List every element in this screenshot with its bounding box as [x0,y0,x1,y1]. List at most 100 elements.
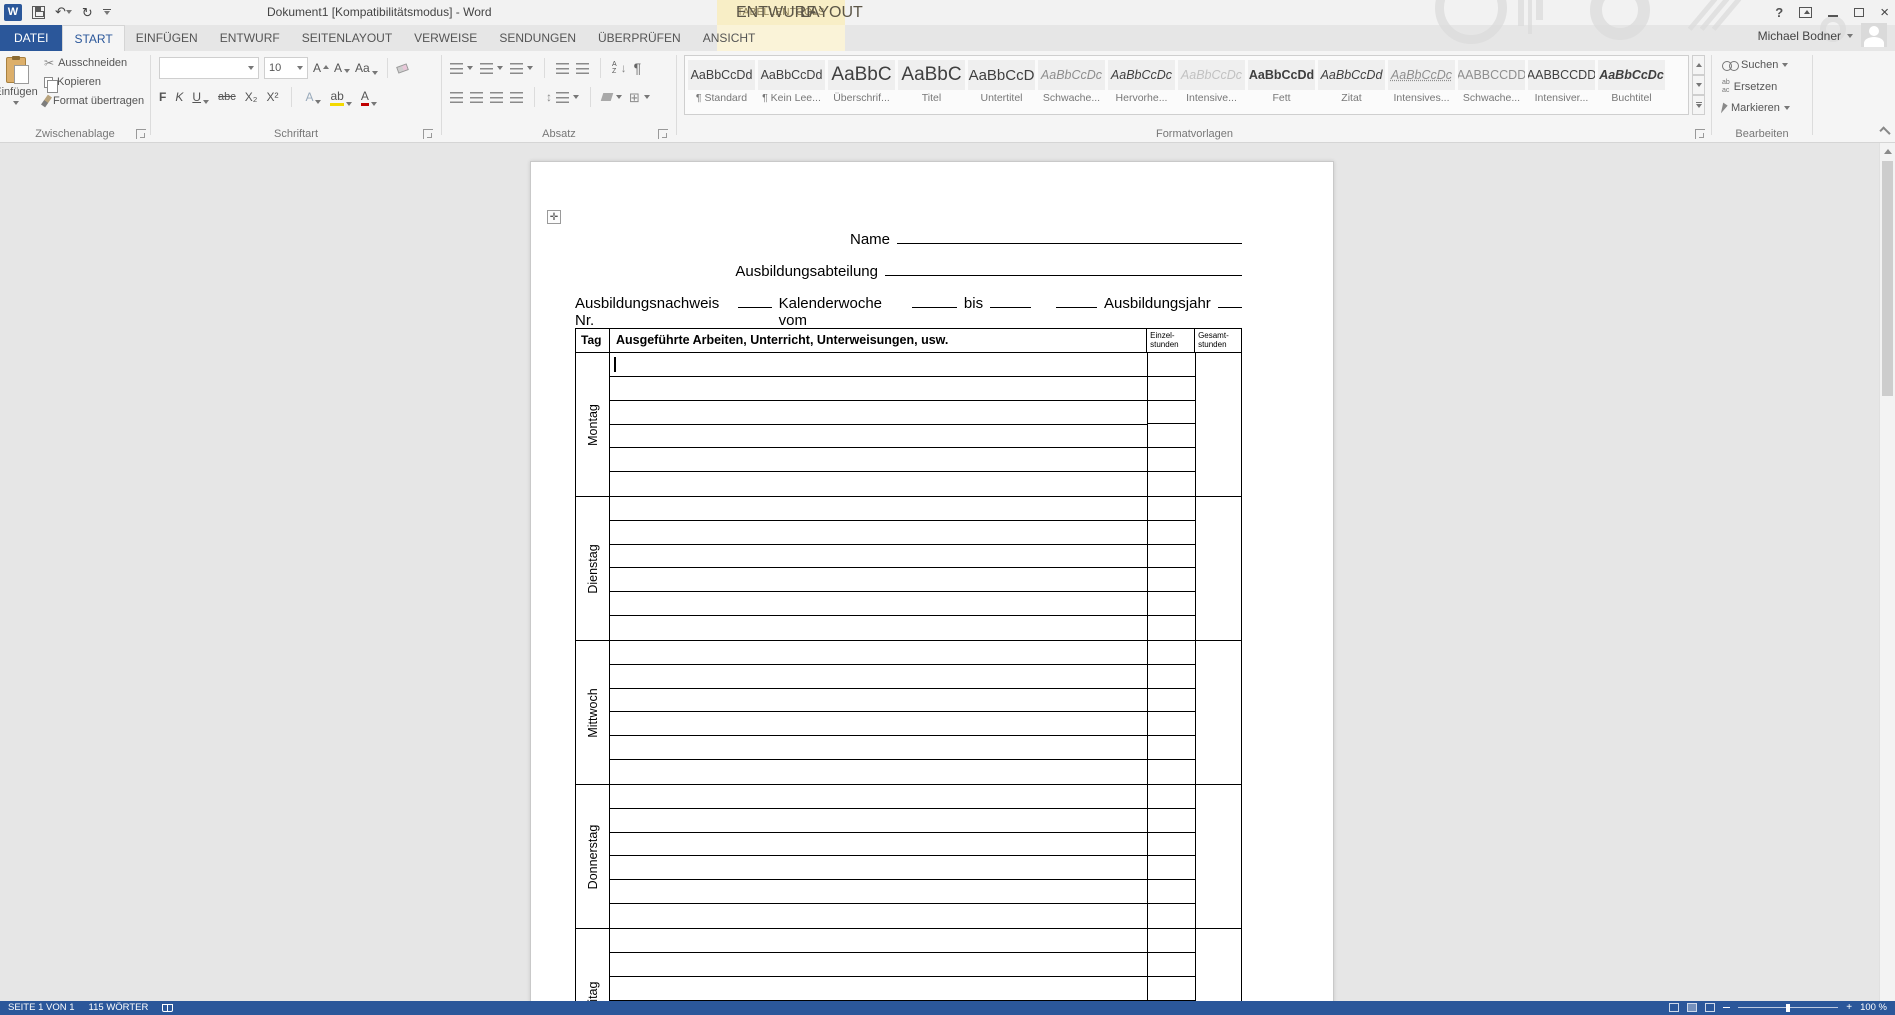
total-hours-cell[interactable] [1196,641,1241,784]
tab-einfuegen[interactable]: EINFÜGEN [125,25,209,51]
undo-button[interactable]: ↶ [55,3,72,21]
collapse-ribbon-button[interactable] [1879,126,1891,138]
work-entry-cell[interactable] [610,545,1147,569]
total-hours-cell[interactable] [1196,497,1241,640]
align-left-button[interactable] [450,91,463,103]
work-entry-cell[interactable] [610,809,1147,833]
single-hours-cell[interactable] [1148,856,1195,881]
work-entry-cell[interactable] [610,856,1147,881]
day-label-cell[interactable]: Montag [576,353,610,496]
styles-scroll-down[interactable] [1692,75,1705,95]
ribbon-display-options-button[interactable] [1799,7,1813,18]
text-effects-button[interactable]: A [305,90,322,104]
redo-icon[interactable]: ↻ [82,6,93,19]
subscript-button[interactable]: X₂ [245,90,258,104]
restore-button[interactable] [1854,6,1870,17]
font-name-select[interactable] [159,57,259,79]
single-hours-cell[interactable] [1148,929,1195,953]
zoom-slider-thumb[interactable] [1786,1004,1791,1012]
single-hours-cell[interactable] [1148,785,1195,809]
customize-qat-button[interactable] [102,9,111,15]
style-card-untertitel[interactable]: AaBbCcD Untertitel [968,60,1035,104]
work-entry-cell[interactable] [610,977,1147,1001]
work-entry-cell[interactable] [610,353,1147,377]
single-hours-cell[interactable] [1148,809,1195,833]
tab-tabletools-layout[interactable]: LAYOUT [789,0,874,26]
multilevel-list-button[interactable] [510,62,533,74]
underline-button[interactable]: U [192,90,210,104]
format-painter-button[interactable]: Format übertragen [41,94,144,108]
work-entry-cell[interactable] [610,616,1147,640]
single-hours-cell[interactable] [1148,953,1195,977]
single-hours-cell[interactable] [1148,689,1195,713]
tab-entwurf[interactable]: ENTWURF [209,25,291,51]
document-page[interactable]: ✛ Name Ausbildungsabteilung Ausbildungsn… [530,161,1334,1001]
page-indicator[interactable]: SEITE 1 VON 1 [8,1002,75,1013]
font-dialog-launcher[interactable] [423,129,433,139]
day-label-cell[interactable]: Dienstag [576,497,610,640]
work-entry-cell[interactable] [610,833,1147,857]
zoom-in-button[interactable]: + [1846,1002,1852,1013]
style-card-intensives-zitat[interactable]: AaBbCcDc Intensives... [1388,60,1455,104]
zoom-level[interactable]: 100 % [1860,1002,1887,1013]
align-center-button[interactable] [470,91,483,103]
replace-button[interactable]: ab ac Ersetzen [1722,79,1790,94]
tab-ueberpruefen[interactable]: ÜBERPRÜFEN [587,25,692,51]
cut-button[interactable]: ✂ Ausschneiden [44,57,144,69]
clipboard-dialog-launcher[interactable] [136,129,146,139]
work-entry-cell[interactable] [610,904,1147,928]
work-entry-cell[interactable] [610,929,1147,953]
until-field[interactable] [990,292,1032,308]
day-label-cell[interactable]: Donnerstag [576,785,610,928]
single-hours-cell[interactable] [1148,545,1195,569]
tab-sendungen[interactable]: SENDUNGEN [488,25,587,51]
read-mode-icon[interactable] [1669,1003,1680,1012]
work-entry-cell[interactable] [610,760,1147,784]
italic-button[interactable]: K [175,90,183,104]
day-label-cell[interactable]: Mittwoch [576,641,610,784]
single-hours-cell[interactable] [1148,880,1195,905]
minimize-button[interactable] [1828,14,1839,17]
single-hours-cell[interactable] [1148,448,1195,473]
tab-ansicht[interactable]: ANSICHT [692,25,767,51]
single-hours-cell[interactable] [1148,760,1195,784]
strikethrough-button[interactable]: abc [218,91,236,103]
day-label-cell[interactable]: Freitag [576,929,610,1001]
work-entry-cell[interactable] [610,785,1147,809]
single-hours-cell[interactable] [1148,641,1195,665]
show-hide-pilcrow-button[interactable]: ¶ [634,61,642,75]
work-entry-cell[interactable] [610,736,1147,761]
zoom-slider[interactable] [1738,1004,1839,1012]
single-hours-cell[interactable] [1148,401,1195,425]
word-count[interactable]: 115 WÖRTER [89,1002,149,1013]
work-entry-cell[interactable] [610,568,1147,593]
single-hours-cell[interactable] [1148,424,1195,449]
work-entry-cell[interactable] [610,880,1147,905]
style-card-fett[interactable]: AaBbCcDd Fett [1248,60,1315,104]
work-entry-cell[interactable] [610,665,1147,689]
work-entry-cell[interactable] [610,377,1147,401]
word-app-icon[interactable]: W [4,3,22,21]
find-button[interactable]: Suchen [1722,59,1790,71]
single-hours-cell[interactable] [1148,904,1195,928]
single-hours-cell[interactable] [1148,592,1195,617]
style-card-schwache-hervorhebung[interactable]: AaBbCcDc Schwache... [1038,60,1105,104]
week-from-field[interactable] [912,292,957,308]
font-color-button[interactable]: A [360,89,377,106]
proofing-icon[interactable] [162,1003,174,1012]
increase-indent-button[interactable] [576,62,589,74]
font-size-select[interactable]: 10 [264,57,308,79]
borders-button[interactable]: ⊞ [629,91,650,104]
decrease-indent-button[interactable] [556,62,569,74]
year-field[interactable] [1217,292,1243,308]
style-card-intensiver-verweis[interactable]: AABBCCDD Intensiver... [1528,60,1595,104]
work-entry-cell[interactable] [610,448,1147,473]
single-hours-cell[interactable] [1148,665,1195,689]
help-button[interactable]: ? [1775,5,1783,20]
style-card-kein-leerraum[interactable]: AaBbCcDd ¶ Kein Lee... [758,60,825,104]
superscript-button[interactable]: X² [266,90,278,104]
single-hours-cell[interactable] [1148,977,1195,1001]
paste-button[interactable]: Einfügen [0,55,40,121]
single-hours-cell[interactable] [1148,521,1195,545]
web-layout-icon[interactable] [1705,1003,1716,1012]
